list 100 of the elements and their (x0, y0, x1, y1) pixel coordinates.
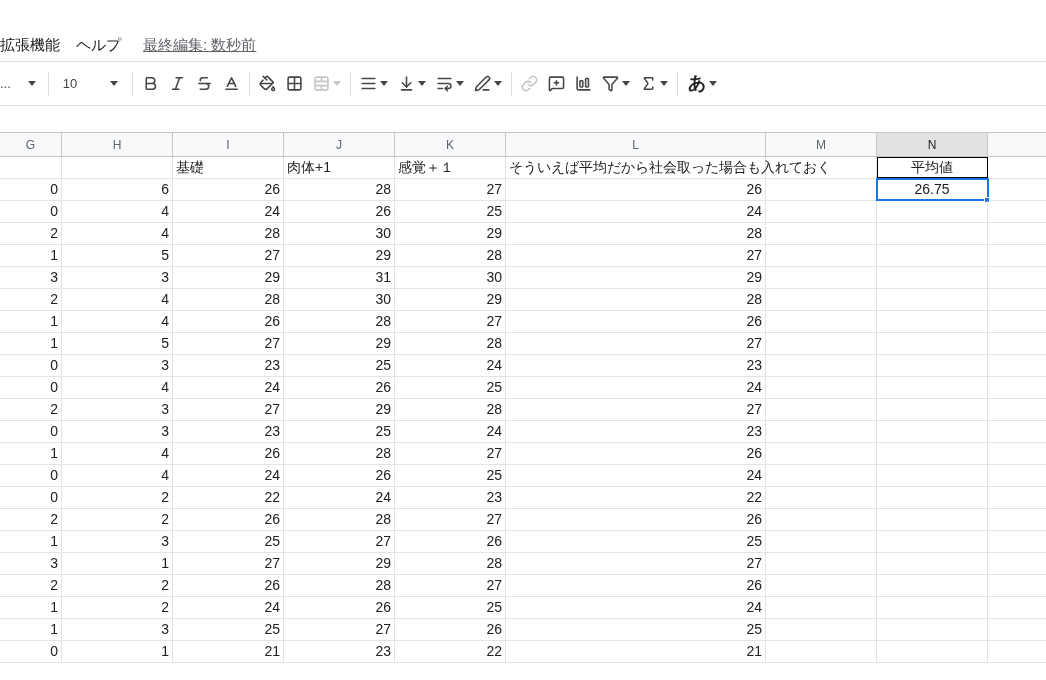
caret-icon (418, 81, 427, 86)
table-cell-text: 24 (264, 202, 280, 221)
column-header[interactable]: N (877, 133, 988, 156)
table-cell-text: 3 (161, 532, 169, 551)
table-cell-text: 27 (746, 334, 762, 353)
table-cell-text: 23 (746, 356, 762, 375)
table-cell-text: 24 (746, 466, 762, 485)
table-cell-text: 27 (746, 400, 762, 419)
table-cell-text: 0 (50, 356, 58, 375)
table-cell-text: 27 (486, 510, 502, 529)
table-cell-text: 26 (375, 378, 391, 397)
fill-handle[interactable] (984, 197, 990, 203)
table-cell-text: 26 (264, 576, 280, 595)
table-cell-text: 4 (161, 224, 169, 243)
table-cell-text: 25 (264, 620, 280, 639)
column-header[interactable]: J (284, 133, 395, 156)
align-icon (360, 75, 378, 92)
table-cell-text: 感覚＋１ (398, 158, 454, 177)
table-cell-text: 1 (50, 598, 58, 617)
table-cell-text: 3 (161, 268, 169, 287)
table-cell-text: 24 (746, 378, 762, 397)
table-cell-text: 28 (746, 224, 762, 243)
table-cell-text: 26 (746, 312, 762, 331)
table-cell-text: 25 (375, 422, 391, 441)
table-cell-text: 27 (375, 532, 391, 551)
table-cell-text: 27 (486, 444, 502, 463)
table-cell-text: 21 (264, 642, 280, 661)
column-header[interactable]: I (173, 133, 284, 156)
table-cell-text: 28 (264, 290, 280, 309)
table-cell-text: 26 (746, 444, 762, 463)
caret-icon (27, 81, 36, 86)
menu-item[interactable]: ヘルプ (76, 34, 121, 57)
table-cell-text: 2 (161, 488, 169, 507)
table-cell-text: 24 (264, 378, 280, 397)
table-cell-text: 4 (161, 466, 169, 485)
column-header[interactable]: K (395, 133, 506, 156)
table-cell-text: 27 (375, 620, 391, 639)
table-cell-text: 0 (50, 466, 58, 485)
table-cell-text: 0 (50, 488, 58, 507)
table-cell-text: 27 (486, 312, 502, 331)
table-cell-text: 23 (264, 356, 280, 375)
column-header[interactable]: H (62, 133, 173, 156)
table-cell-text: 28 (486, 400, 502, 419)
table-cell-text: 4 (161, 312, 169, 331)
table-cell-text: 21 (746, 642, 762, 661)
table-cell-text: 28 (375, 180, 391, 199)
link-icon (521, 75, 539, 92)
caret-icon (333, 81, 342, 86)
table-cell-text: 25 (375, 356, 391, 375)
table-cell-text: 肉体+1 (287, 158, 331, 177)
table-cell-text: 26 (746, 180, 762, 199)
table-cell-text: 26 (486, 532, 502, 551)
column-header[interactable]: G (0, 133, 62, 156)
table-cell-text: 26 (375, 598, 391, 617)
table-cell-text: 26 (746, 510, 762, 529)
table-cell-text: 2 (50, 576, 58, 595)
table-cell-text: 26 (375, 466, 391, 485)
table-cell-text: 0 (50, 202, 58, 221)
table-cell-text: 1 (50, 312, 58, 331)
table-cell-text: 2 (161, 576, 169, 595)
menu-item[interactable]: 拡張機能 (0, 34, 60, 57)
table-cell-text: 24 (264, 466, 280, 485)
font-dropdown[interactable]: ... (0, 73, 44, 94)
table-cell-text: 4 (161, 378, 169, 397)
table-cell-text: 26 (264, 444, 280, 463)
table-cell-text: 2 (50, 510, 58, 529)
table-cell-text: 24 (375, 488, 391, 507)
table-cell-text: 23 (264, 422, 280, 441)
caret-icon (110, 81, 119, 86)
table-cell-text: 2 (50, 290, 58, 309)
table-cell-text: 6 (161, 180, 169, 199)
column-header[interactable]: L (506, 133, 766, 156)
table-cell-text: 3 (50, 268, 58, 287)
table-cell-text: 22 (486, 642, 502, 661)
table-cell-text: 27 (264, 554, 280, 573)
caret-icon (494, 81, 503, 86)
table-cell-text: 30 (375, 224, 391, 243)
table-cell-text: 29 (375, 554, 391, 573)
table-cell-text: 27 (746, 554, 762, 573)
font-size-dropdown[interactable]: 10 (52, 73, 129, 94)
active-cell[interactable]: 26.75 (914, 179, 950, 200)
borders-icon (286, 75, 304, 92)
table-cell-text: 28 (375, 312, 391, 331)
table-cell-text: 平均値 (911, 158, 953, 177)
table-cell-text: 26 (264, 180, 280, 199)
table-cell-text: 28 (746, 290, 762, 309)
last-edit-link[interactable]: 最終編集: 数秒前 (143, 34, 257, 57)
table-cell-text: 0 (50, 180, 58, 199)
table-cell-text: 4 (161, 290, 169, 309)
input-tools-button[interactable]: あ (682, 70, 724, 97)
table-cell-text: 25 (746, 532, 762, 551)
table-cell-text: 1 (50, 620, 58, 639)
table-cell-text: 2 (50, 224, 58, 243)
table-cell-text: 5 (161, 246, 169, 265)
caret-icon (660, 81, 669, 86)
table-cell-text: 30 (486, 268, 502, 287)
table-cell-text: 25 (486, 378, 502, 397)
table-cell-text: 29 (375, 400, 391, 419)
caret-icon (709, 81, 718, 86)
table-cell-text: 26 (746, 576, 762, 595)
